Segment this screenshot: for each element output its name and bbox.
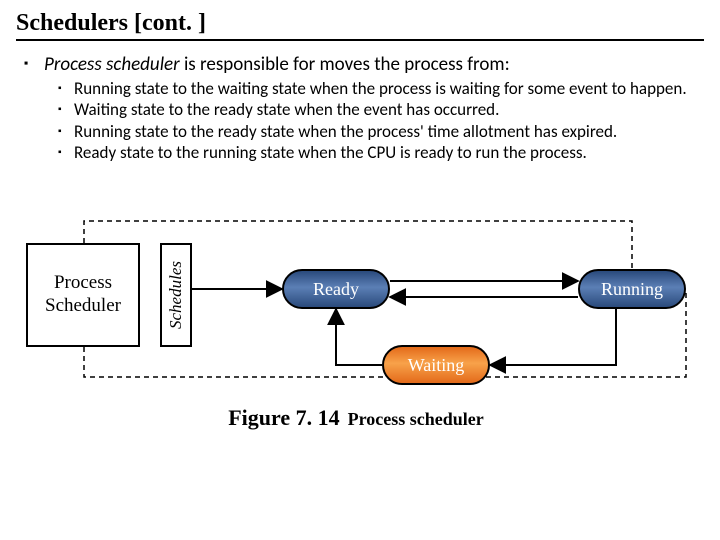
page-title: Schedulers [cont. ] xyxy=(16,10,704,41)
state-running: Running xyxy=(578,269,686,309)
process-scheduler-label: Process Scheduler xyxy=(45,272,121,318)
lead-rest: is responsible for moves the process fro… xyxy=(180,53,510,76)
process-scheduler-box: Process Scheduler xyxy=(26,243,140,347)
state-ready: Ready xyxy=(282,269,390,309)
lead-bullet: ▪ Process scheduler is responsible for m… xyxy=(24,53,704,76)
bullet-square-icon: ▪ xyxy=(58,142,68,162)
figure-text: Process scheduler xyxy=(348,409,484,429)
schedules-box: Schedules xyxy=(160,243,192,347)
sub-bullet-list: ▪ Running state to the waiting state whe… xyxy=(58,78,704,163)
figure-caption: Figure 7. 14 Process scheduler xyxy=(16,405,696,431)
scheduler-diagram: Process Scheduler Schedules Ready Runnin… xyxy=(20,207,700,397)
list-item: ▪ Running state to the ready state when … xyxy=(58,121,704,142)
bullet-square-icon: ▪ xyxy=(58,78,68,98)
state-waiting: Waiting xyxy=(382,345,490,385)
list-item: ▪ Ready state to the running state when … xyxy=(58,142,704,163)
bullet-square-icon: ▪ xyxy=(58,99,68,119)
lead-term: Process scheduler xyxy=(44,53,180,76)
bullet-square-icon: ▪ xyxy=(24,53,36,75)
list-item: ▪ Running state to the waiting state whe… xyxy=(58,78,704,99)
list-item: ▪ Waiting state to the ready state when … xyxy=(58,99,704,120)
bullet-square-icon: ▪ xyxy=(58,121,68,141)
schedules-label: Schedules xyxy=(166,261,186,329)
figure-number: Figure 7. 14 xyxy=(228,405,339,430)
